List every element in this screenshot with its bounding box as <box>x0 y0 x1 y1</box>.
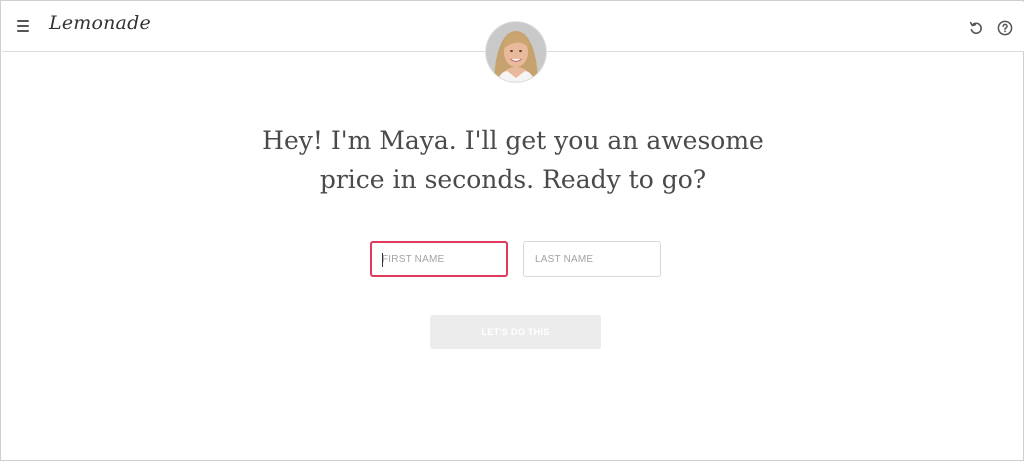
avatar <box>486 22 546 82</box>
headline-line-1: Hey! I'm Maya. I'll get you an awesome <box>262 126 764 155</box>
first-name-input[interactable] <box>372 243 506 275</box>
last-name-input[interactable] <box>524 242 660 276</box>
undo-icon[interactable] <box>968 20 984 36</box>
brand-logo[interactable]: Lemonade <box>49 12 151 34</box>
help-icon[interactable] <box>997 20 1013 36</box>
app-window: Lemonade Hey! I'm Maya. I'll get you an … <box>0 0 1024 461</box>
last-name-field[interactable] <box>523 241 661 277</box>
menu-icon[interactable] <box>17 20 29 32</box>
headline-line-2: price in seconds. Ready to go? <box>319 165 707 194</box>
first-name-field[interactable] <box>370 241 508 277</box>
page-headline: Hey! I'm Maya. I'll get you an awesome p… <box>1 121 1024 199</box>
lets-do-this-button[interactable]: LET'S DO THIS <box>430 315 601 349</box>
text-caret <box>382 253 383 267</box>
